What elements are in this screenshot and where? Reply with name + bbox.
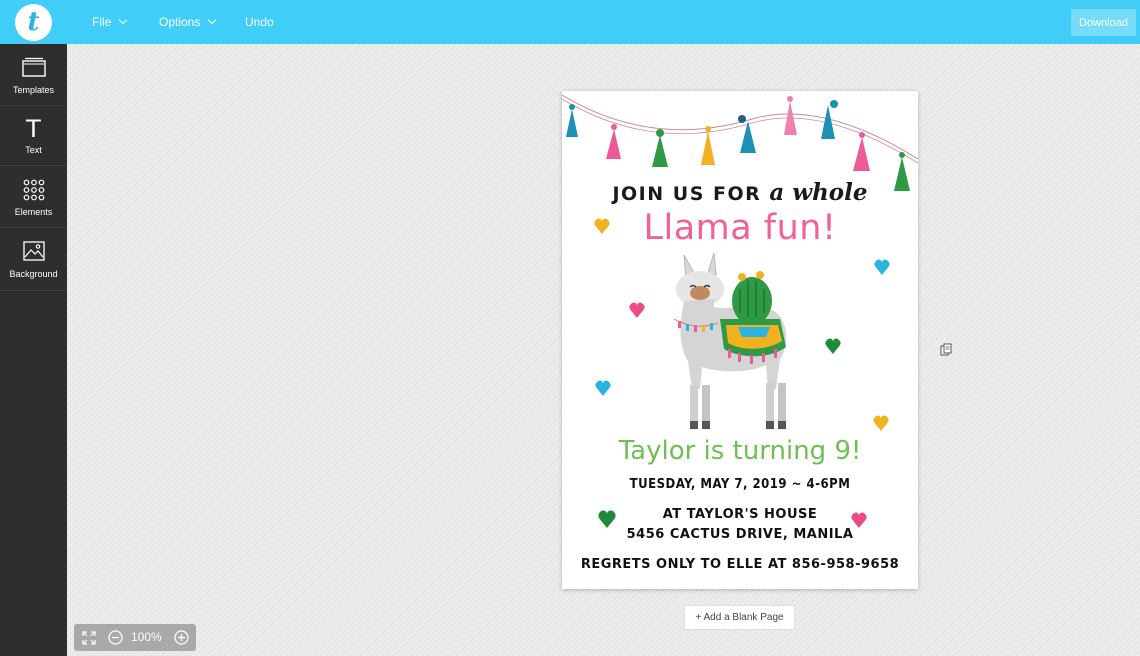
app-logo[interactable]: t: [15, 4, 52, 41]
download-button[interactable]: Download: [1071, 9, 1136, 36]
copy-page-icon[interactable]: [940, 343, 952, 356]
invite-date-line[interactable]: TUESDAY, MAY 7, 2019 ~ 4-6PM: [562, 477, 918, 492]
menu-file-label: File: [92, 15, 112, 29]
zoom-out-icon[interactable]: [106, 624, 124, 651]
menu-file[interactable]: File: [92, 0, 128, 44]
background-icon: [0, 241, 67, 261]
logo-letter: t: [27, 6, 40, 37]
add-blank-page-button[interactable]: + Add a Blank Page: [684, 605, 795, 630]
chevron-down-icon: [208, 15, 217, 25]
sidebar-item-label: Templates: [12, 85, 55, 95]
fullscreen-icon[interactable]: [80, 624, 98, 651]
invite-rsvp-line[interactable]: REGRETS ONLY TO ELLE AT 856-958-9658: [562, 557, 918, 572]
menu-undo-label: Undo: [245, 15, 274, 29]
sidebar-item-templates[interactable]: Templates: [0, 44, 67, 106]
invite-headline[interactable]: Llama fun!: [562, 208, 918, 248]
sidebar-item-label: Background: [9, 269, 58, 279]
menu-undo[interactable]: Undo: [245, 0, 274, 44]
design-page[interactable]: JOIN US FOR a whole Llama fun! Taylor is…: [562, 91, 918, 589]
text-icon: T: [26, 115, 41, 143]
menu-options-label: Options: [159, 15, 201, 29]
zoom-level: 100%: [131, 630, 162, 644]
invite-name-line[interactable]: Taylor is turning 9!: [562, 436, 918, 466]
sidebar-item-elements[interactable]: Elements: [0, 166, 67, 228]
top-bar: t File Options Undo Download: [0, 0, 1140, 44]
zoom-in-icon[interactable]: [172, 624, 190, 651]
sidebar-item-label: Text: [25, 145, 42, 155]
invite-venue-line2[interactable]: 5456 CACTUS DRIVE, MANILA: [562, 527, 918, 542]
left-sidebar: Templates T Text Elements Background: [0, 44, 67, 656]
chevron-down-icon: [119, 15, 128, 25]
templates-icon: [0, 57, 67, 77]
sidebar-item-text[interactable]: T Text: [0, 106, 67, 166]
elements-icon: [0, 179, 67, 201]
llama-illustration[interactable]: [670, 249, 820, 439]
sidebar-item-background[interactable]: Background: [0, 228, 67, 291]
invite-venue-line1[interactable]: AT TAYLOR'S HOUSE: [562, 507, 918, 522]
invite-line-join-text: JOIN US FOR: [612, 183, 762, 205]
invite-line-join[interactable]: JOIN US FOR a whole: [562, 179, 918, 206]
invite-line-join-script: a whole: [769, 179, 868, 206]
menu-options[interactable]: Options: [159, 0, 217, 44]
sidebar-item-label: Elements: [14, 207, 53, 217]
zoom-toolbar: 100%: [74, 624, 196, 651]
